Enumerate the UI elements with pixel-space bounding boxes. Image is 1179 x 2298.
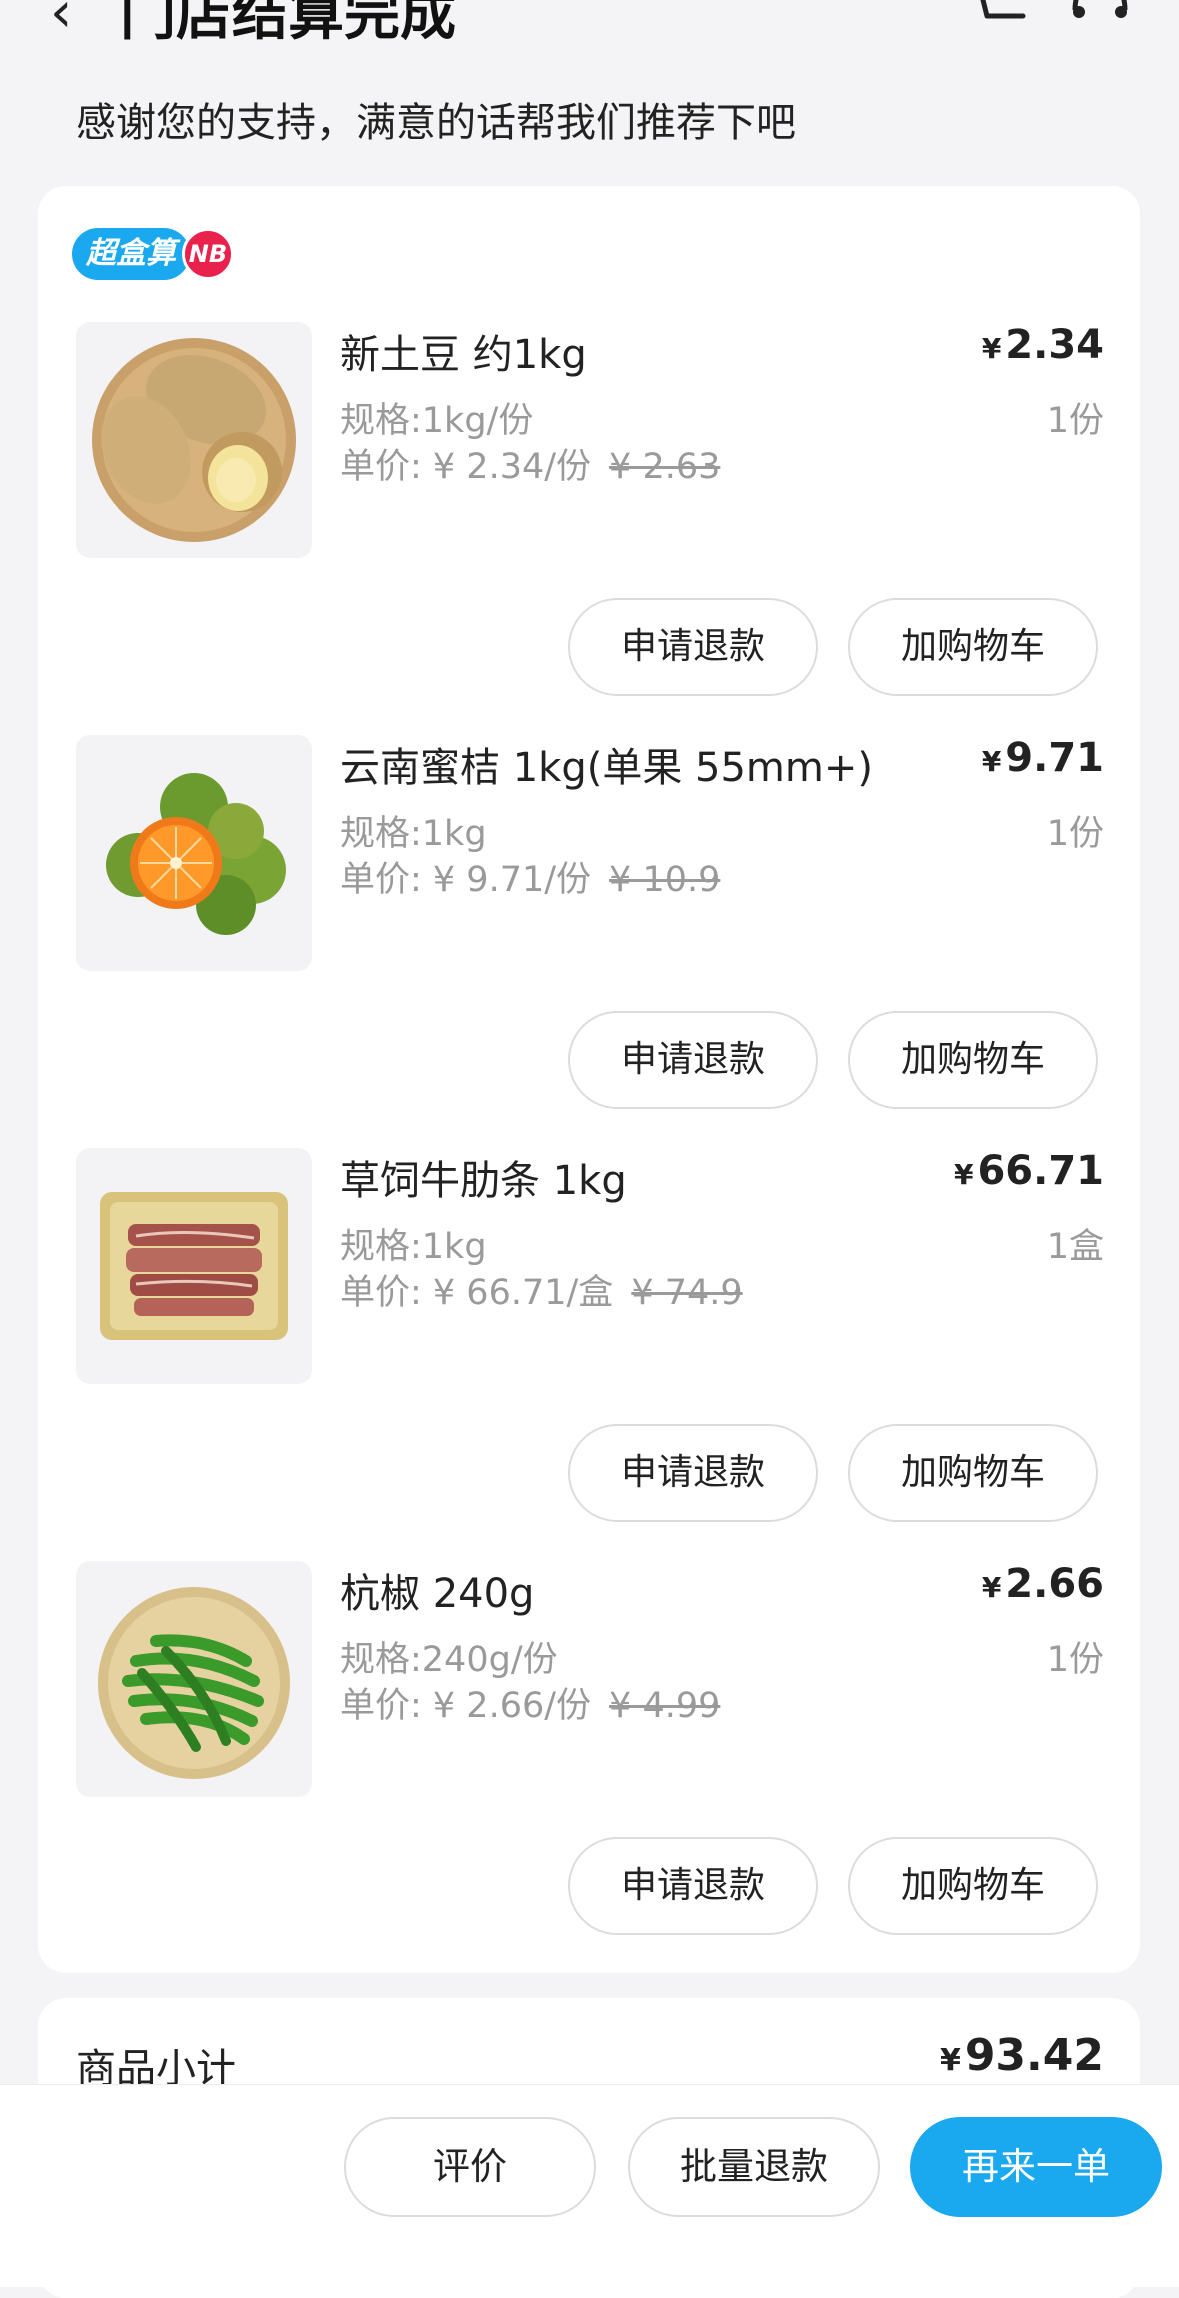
add-to-cart-button[interactable]: 加购物车 [848, 1011, 1098, 1109]
add-to-cart-button[interactable]: 加购物车 [848, 1424, 1098, 1522]
currency-symbol: ¥ [939, 2043, 961, 2078]
item-price-value: 9.71 [1005, 735, 1104, 781]
tangerine-image[interactable] [76, 735, 312, 971]
item-price: ¥2.34 [982, 322, 1104, 368]
review-button[interactable]: 评价 [344, 2117, 596, 2217]
item-spec: 规格:1kg [340, 814, 487, 854]
subtotal-amount: 93.42 [964, 2030, 1104, 2081]
currency-symbol: ¥ [981, 745, 1002, 778]
item-price-value: 66.71 [977, 1148, 1104, 1194]
item-quantity: 1份 [1046, 1640, 1104, 1680]
item-quantity: 1盒 [1046, 1227, 1104, 1267]
shopping-cart-icon[interactable] [965, 0, 1035, 30]
add-to-cart-button[interactable]: 加购物车 [848, 1837, 1098, 1935]
green-pepper-image[interactable] [76, 1561, 312, 1797]
subtotal-value: ¥93.42 [940, 2030, 1104, 2081]
order-items-card: 超盒算 NB 新土豆 约1kg ¥2.34 规格:1kg/份 1份 单价: ¥ … [38, 186, 1140, 1973]
item-spec: 规格:240g/份 [340, 1640, 558, 1680]
item-price-value: 2.34 [1005, 322, 1104, 368]
top-bar: ‹ 门店结算完成 [0, 0, 1179, 60]
item-quantity: 1份 [1046, 401, 1104, 441]
item-spec: 规格:1kg [340, 1227, 487, 1267]
original-price: ¥ 10.9 [609, 860, 721, 900]
add-to-cart-button[interactable]: 加购物车 [848, 598, 1098, 696]
item-unit-price: 单价: ¥ 2.66/份 ¥ 4.99 [340, 1677, 720, 1728]
item-name: 杭椒 240g [340, 1571, 535, 1617]
brand-name: 超盒算 [72, 228, 190, 280]
item-unit-price: 单价: ¥ 9.71/份 ¥ 10.9 [340, 851, 720, 902]
item-unit-price: 单价: ¥ 2.34/份 ¥ 2.63 [340, 438, 720, 489]
refund-request-button[interactable]: 申请退款 [568, 1837, 818, 1935]
back-arrow-icon[interactable]: ‹ [50, 0, 72, 45]
page-title: 门店结算完成 [120, 0, 456, 48]
potato-image[interactable] [76, 322, 312, 558]
order-item-potato: 新土豆 约1kg ¥2.34 规格:1kg/份 1份 单价: ¥ 2.34/份 ¥… [38, 322, 1140, 735]
item-unit-price: 单价: ¥ 66.71/盒 ¥ 74.9 [340, 1264, 743, 1315]
refund-request-button[interactable]: 申请退款 [568, 1011, 818, 1109]
reorder-button[interactable]: 再来一单 [910, 2117, 1162, 2217]
currency-symbol: ¥ [953, 1158, 974, 1191]
unit-price-text: 单价: ¥ 2.34/份 [340, 447, 592, 487]
brand-tag: NB [182, 228, 234, 280]
thank-you-subtitle: 感谢您的支持，满意的话帮我们推荐下吧 [76, 100, 796, 146]
refund-request-button[interactable]: 申请退款 [568, 598, 818, 696]
item-price: ¥9.71 [982, 735, 1104, 781]
customer-service-icon[interactable] [1065, 0, 1135, 30]
order-item-beef-rib: 草饲牛肋条 1kg ¥66.71 规格:1kg 1盒 单价: ¥ 66.71/盒… [38, 1148, 1140, 1561]
item-price: ¥66.71 [954, 1148, 1104, 1194]
item-name: 草饲牛肋条 1kg [340, 1158, 627, 1204]
original-price: ¥ 2.63 [609, 447, 721, 487]
beef-rib-image[interactable] [76, 1148, 312, 1384]
item-price: ¥2.66 [982, 1561, 1104, 1607]
item-spec: 规格:1kg/份 [340, 401, 534, 441]
currency-symbol: ¥ [981, 1571, 1002, 1604]
currency-symbol: ¥ [981, 332, 1002, 365]
order-item-tangerine: 云南蜜桔 1kg(单果 55mm+) ¥9.71 规格:1kg 1份 单价: ¥… [38, 735, 1140, 1148]
item-name: 云南蜜桔 1kg(单果 55mm+) [340, 745, 873, 791]
unit-price-text: 单价: ¥ 66.71/盒 [340, 1273, 614, 1313]
item-name: 新土豆 约1kg [340, 332, 587, 378]
unit-price-text: 单价: ¥ 2.66/份 [340, 1686, 592, 1726]
original-price: ¥ 4.99 [609, 1686, 721, 1726]
original-price: ¥ 74.9 [631, 1273, 743, 1313]
order-item-green-pepper: 杭椒 240g ¥2.66 规格:240g/份 1份 单价: ¥ 2.66/份 ¥… [38, 1561, 1140, 1974]
refund-request-button[interactable]: 申请退款 [568, 1424, 818, 1522]
item-quantity: 1份 [1046, 814, 1104, 854]
batch-refund-button[interactable]: 批量退款 [628, 2117, 880, 2217]
item-price-value: 2.66 [1005, 1561, 1104, 1607]
unit-price-text: 单价: ¥ 9.71/份 [340, 860, 592, 900]
bottom-action-bar: 评价 批量退款 再来一单 [0, 2084, 1179, 2287]
